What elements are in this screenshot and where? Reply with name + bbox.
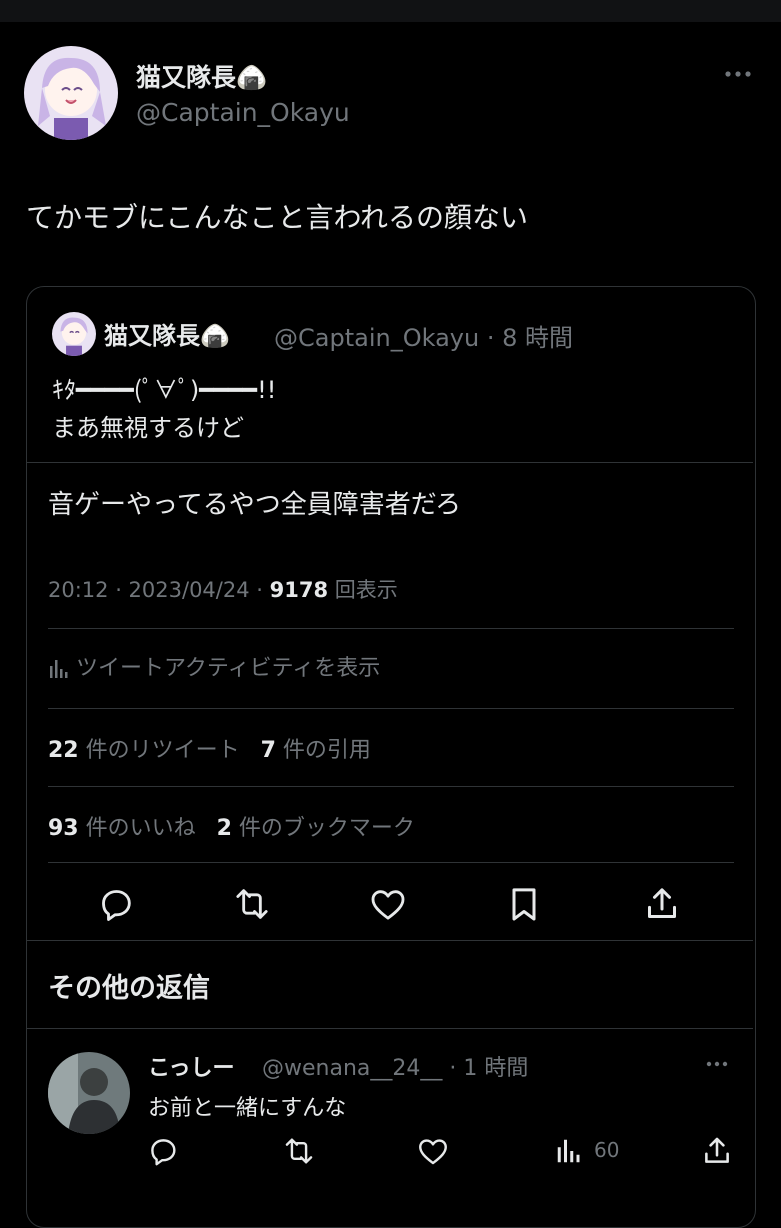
quotes-label: 件の引用 [275, 738, 371, 763]
tweet-activity-link[interactable]: ツイートアクティビティを表示 [48, 650, 380, 682]
analytics-icon [48, 658, 70, 680]
retweet-icon[interactable] [232, 884, 272, 924]
likes-count: 93 [48, 816, 79, 841]
quoted-text-line-1: ｷﾀ━━━━(ﾟ∀ﾟ)━━━━!! [52, 376, 277, 404]
retweets-label: 件のリツイート [78, 738, 240, 763]
share-icon[interactable] [642, 884, 682, 924]
share-icon[interactable] [700, 1134, 734, 1168]
more-icon[interactable] [722, 62, 754, 86]
tweet-timestamp: 20:12 · 2023/04/24 · [48, 578, 270, 602]
reply-text: お前と一緒にすんな [148, 1096, 347, 1121]
more-icon[interactable] [704, 1054, 730, 1074]
bookmark-icon[interactable] [504, 884, 544, 924]
status-bar [0, 0, 781, 22]
tweet-text: てかモブにこんなこと言われるの顔ない [26, 201, 529, 234]
divider [27, 462, 753, 463]
divider [48, 786, 734, 787]
retweet-quote-stats[interactable]: 22 件のリツイート 7 件の引用 [48, 732, 371, 764]
like-icon[interactable] [368, 884, 408, 924]
analytics-icon[interactable] [554, 1136, 584, 1166]
likes-label: 件のいいね [78, 816, 196, 841]
like-icon[interactable] [416, 1134, 450, 1168]
tweet-meta: 20:12 · 2023/04/24 · 9178 回表示 [48, 574, 398, 604]
replies-section-title: その他の返信 [48, 973, 210, 1004]
quoted-text-line-2: まあ無視するけど [52, 414, 244, 442]
views-label: 回表示 [328, 578, 398, 602]
quoted-handle-time[interactable]: @Captain_Okayu · 8 時間 [274, 318, 573, 353]
quotes-count: 7 [260, 738, 276, 763]
reply-handle-time[interactable]: @wenana__24__ · 1 時間 [262, 1050, 528, 1082]
views-count: 9178 [269, 578, 329, 602]
retweets-count: 22 [48, 738, 79, 763]
reply-display-name[interactable]: こっしー [148, 1050, 234, 1082]
bookmarks-count: 2 [216, 816, 232, 841]
reply-icon[interactable] [146, 1134, 180, 1168]
like-bookmark-stats[interactable]: 93 件のいいね 2 件のブックマーク [48, 810, 415, 842]
avatar[interactable] [24, 46, 118, 140]
divider [48, 628, 734, 629]
reply-icon[interactable] [96, 884, 136, 924]
handle[interactable]: @Captain_Okayu [136, 98, 350, 127]
divider [48, 862, 734, 863]
activity-label: ツイートアクティビティを表示 [76, 656, 381, 681]
reply-avatar[interactable] [48, 1052, 130, 1134]
bookmarks-label: 件のブックマーク [231, 816, 415, 841]
quoted-avatar[interactable] [52, 312, 96, 356]
quoted-display-name[interactable]: 猫又隊長🍙 [104, 316, 230, 351]
quoted-main-text: 音ゲーやってるやつ全員障害者だろ [48, 490, 462, 520]
retweet-icon[interactable] [282, 1134, 316, 1168]
display-name[interactable]: 猫又隊長🍙 [136, 58, 267, 94]
reply-views-count: 60 [594, 1138, 620, 1162]
divider [27, 940, 753, 941]
divider [48, 708, 734, 709]
divider [27, 1028, 753, 1029]
